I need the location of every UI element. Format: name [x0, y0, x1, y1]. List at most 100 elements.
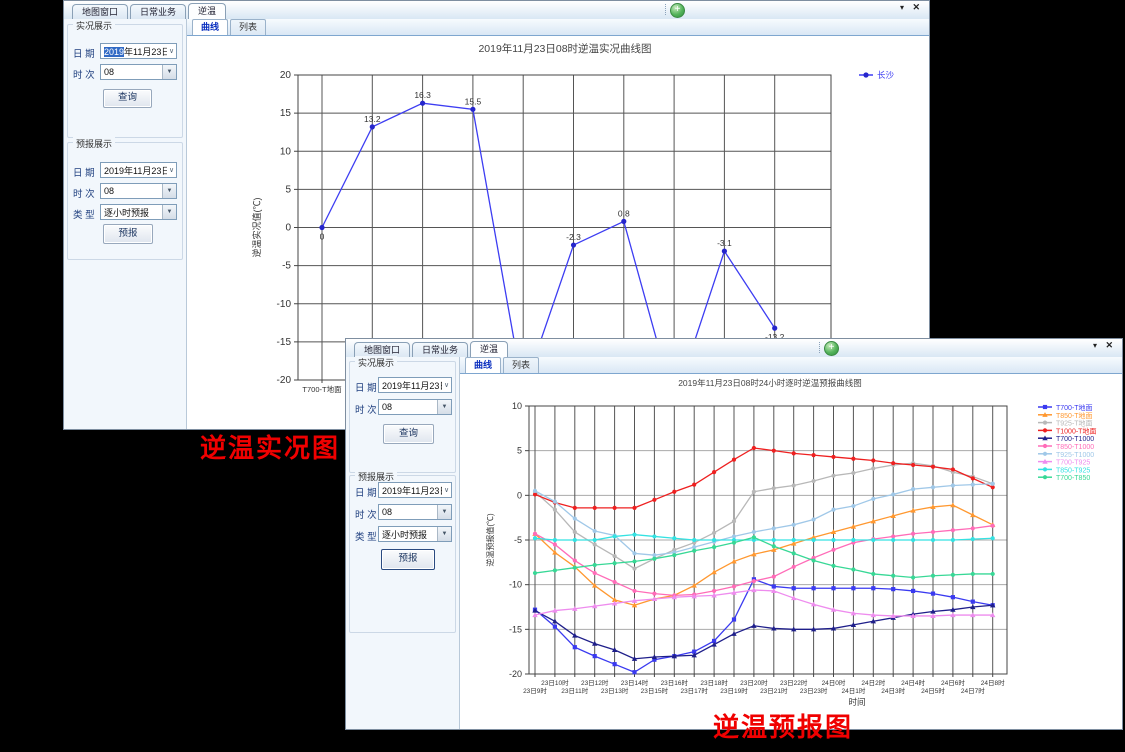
forecast-type-combo[interactable]: 逐小时预报 ▼	[378, 526, 452, 542]
add-button[interactable]: +	[670, 3, 685, 18]
add-button[interactable]: +	[824, 341, 839, 356]
svg-text:2019年11月23日08时逆温实况曲线图: 2019年11月23日08时逆温实况曲线图	[478, 42, 651, 55]
forecast-time-combo[interactable]: 08 ▼	[100, 183, 177, 199]
svg-text:23日14时: 23日14时	[621, 678, 649, 687]
svg-text:23日9时: 23日9时	[523, 686, 547, 695]
live-chart-annotation: 逆温实况图	[200, 428, 340, 465]
svg-text:T700-T925: T700-T925	[1056, 460, 1090, 467]
time-label: 时 次	[355, 507, 377, 521]
tab-curve[interactable]: 曲线	[465, 357, 501, 373]
chevron-down-icon[interactable]: ▼	[162, 205, 176, 219]
svg-text:24日7时: 24日7时	[961, 686, 985, 695]
svg-text:23日22时: 23日22时	[780, 678, 808, 687]
chevron-down-icon[interactable]: ▼	[437, 400, 451, 414]
svg-text:24日4时: 24日4时	[901, 678, 925, 687]
window-tab-bar: 地图窗口 日常业务 逆温 + ▾ ✕	[64, 1, 929, 20]
forecast-button[interactable]: 预报	[381, 549, 435, 570]
svg-text:-15: -15	[277, 337, 292, 348]
svg-text:24日1时: 24日1时	[841, 686, 865, 695]
live-time-combo[interactable]: 08 ▼	[100, 64, 177, 80]
control-panel: 实况展示 日 期 2019年11月23日 ∨ 时 次 08 ▼ 查询 预报展示 …	[346, 357, 460, 729]
svg-text:23日17时: 23日17时	[680, 686, 708, 695]
chevron-down-icon[interactable]: ▼	[162, 65, 176, 79]
query-button[interactable]: 查询	[103, 89, 152, 108]
forecast-button[interactable]: 预报	[103, 224, 153, 244]
svg-text:T700-T地面: T700-T地面	[302, 384, 342, 394]
svg-text:T1000-T地面: T1000-T地面	[1056, 426, 1096, 435]
chevron-down-icon[interactable]: ∨	[167, 47, 176, 55]
forecast-time-combo[interactable]: 08 ▼	[378, 504, 452, 520]
svg-text:-20: -20	[509, 669, 522, 679]
inversion-forecast-window: 地图窗口 日常业务 逆温 + ▾ ✕ 实况展示 日 期 2019年11月23日 …	[345, 338, 1123, 730]
svg-text:24日2时: 24日2时	[861, 678, 885, 687]
close-icon[interactable]: ✕	[1105, 340, 1113, 351]
svg-text:T850-T地面: T850-T地面	[1056, 411, 1093, 420]
view-tab-bar: 曲线 列表	[187, 19, 929, 36]
group-title: 预报展示	[73, 137, 115, 150]
svg-text:T850-T1000: T850-T1000	[1056, 444, 1094, 451]
time-label: 时 次	[73, 186, 95, 200]
svg-text:5: 5	[285, 184, 291, 195]
svg-text:-5: -5	[514, 535, 522, 545]
svg-text:23日11时: 23日11时	[561, 686, 588, 695]
forecast-type-combo[interactable]: 逐小时预报 ▼	[100, 204, 177, 220]
tab-inversion[interactable]: 逆温	[188, 3, 226, 19]
svg-text:-5: -5	[282, 261, 291, 272]
tab-daily-business[interactable]: 日常业务	[130, 4, 186, 19]
type-label: 类 型	[355, 529, 377, 543]
chevron-down-icon[interactable]: ∨	[167, 166, 176, 174]
forecast-curve-chart: -20-15-10-5051023日9时23日10时23日11时23日12时23…	[460, 374, 1122, 729]
chevron-down-icon[interactable]: ∨	[442, 381, 451, 389]
svg-text:23日20时: 23日20时	[740, 678, 768, 687]
svg-text:逆温预报值(℃): 逆温预报值(℃)	[485, 513, 495, 567]
close-icon[interactable]: ✕	[912, 2, 920, 13]
svg-text:T700-T850: T700-T850	[1056, 475, 1090, 482]
forecast-date-field[interactable]: 2019年11月23日 ∨	[100, 162, 177, 178]
svg-text:15: 15	[280, 108, 292, 119]
chevron-down-icon[interactable]: ▾	[1093, 341, 1097, 350]
tab-inversion[interactable]: 逆温	[470, 341, 508, 357]
control-panel: 实况展示 日 期 2019年11月23日 ∨ 时 次 08 ▼ 查询 预报展示 …	[64, 19, 187, 429]
svg-text:10: 10	[280, 146, 292, 157]
chevron-down-icon[interactable]: ▼	[162, 184, 176, 198]
svg-text:时间: 时间	[848, 697, 865, 707]
svg-text:16.3: 16.3	[414, 90, 431, 100]
svg-text:23日23时: 23日23时	[800, 686, 828, 695]
svg-text:0.8: 0.8	[618, 208, 630, 218]
date-year-selected: 2019	[104, 47, 124, 57]
date-label: 日 期	[355, 485, 377, 499]
svg-text:15.5: 15.5	[465, 96, 482, 106]
svg-text:23日19时: 23日19时	[720, 686, 748, 695]
svg-text:24日5时: 24日5时	[921, 686, 945, 695]
chevron-down-icon[interactable]: ∨	[442, 486, 451, 494]
forecast-date-field[interactable]: 2019年11月23日 ∨	[378, 482, 452, 498]
type-label: 类 型	[73, 207, 95, 221]
toolbar-drag-handle	[665, 4, 668, 15]
svg-text:2019年11月23日08时24小时逐时逆温预报曲线图: 2019年11月23日08时24小时逐时逆温预报曲线图	[678, 378, 862, 388]
date-rest: 年11月23日	[124, 47, 167, 57]
svg-text:23日21时: 23日21时	[760, 686, 788, 695]
svg-text:T700-T地面: T700-T地面	[1056, 403, 1093, 412]
svg-text:-10: -10	[277, 299, 292, 310]
tab-daily-business[interactable]: 日常业务	[412, 342, 468, 357]
live-time-combo[interactable]: 08 ▼	[378, 399, 452, 415]
chevron-down-icon[interactable]: ▼	[437, 505, 451, 519]
svg-text:T850-T925: T850-T925	[1056, 467, 1090, 474]
chevron-down-icon[interactable]: ▾	[900, 3, 904, 12]
tab-map-window[interactable]: 地图窗口	[72, 4, 128, 19]
tab-curve[interactable]: 曲线	[192, 19, 228, 35]
chevron-down-icon[interactable]: ▼	[437, 527, 451, 541]
tab-list[interactable]: 列表	[503, 357, 539, 373]
tab-map-window[interactable]: 地图窗口	[354, 342, 410, 357]
date-label: 日 期	[355, 380, 377, 394]
live-date-field[interactable]: 2019年11月23日 ∨	[100, 43, 177, 59]
live-display-group: 实况展示	[67, 24, 183, 138]
svg-text:23日10时: 23日10时	[541, 678, 569, 687]
live-date-field[interactable]: 2019年11月23日 ∨	[378, 377, 452, 393]
query-button[interactable]: 查询	[383, 424, 434, 444]
tab-list[interactable]: 列表	[230, 19, 266, 35]
date-label: 日 期	[73, 165, 95, 179]
group-title: 实况展示	[73, 19, 115, 32]
svg-text:23日12时: 23日12时	[581, 678, 609, 687]
svg-text:20: 20	[280, 70, 292, 81]
